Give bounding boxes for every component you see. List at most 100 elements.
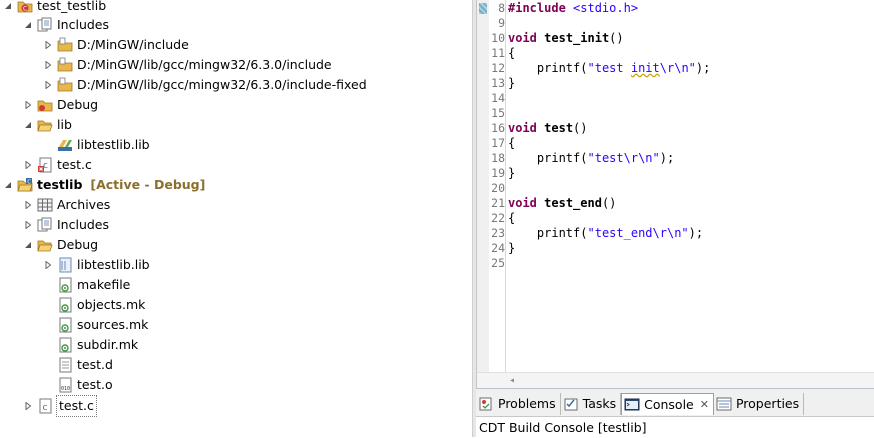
- preprocessor-token: #include: [508, 1, 566, 15]
- function-name-token: test_end: [544, 196, 602, 210]
- call-token: printf: [536, 226, 581, 240]
- string-token: "test\r\n": [587, 151, 660, 165]
- project-name: testlib: [37, 177, 83, 192]
- collapsed-arrow-icon[interactable]: [23, 195, 33, 215]
- line-number: 25: [491, 256, 505, 270]
- tree-item-project-testlib[interactable]: C testlib [Active - Debug]: [3, 175, 205, 195]
- parens-token: (): [609, 31, 624, 45]
- collapsed-arrow-icon[interactable]: [23, 155, 33, 175]
- tree-item-debug-folder[interactable]: Debug: [23, 95, 98, 115]
- tree-item-debug-file[interactable]: sources.mk: [57, 315, 148, 335]
- svg-text:C: C: [27, 179, 31, 185]
- svg-text:c: c: [43, 403, 48, 413]
- library-file-icon: [57, 137, 73, 153]
- expanded-arrow-icon[interactable]: [3, 175, 13, 195]
- tab-label: Properties: [735, 396, 800, 411]
- function-name-token: test_init: [544, 31, 610, 45]
- tree-item-includes[interactable]: Includes: [23, 215, 109, 235]
- tab-console[interactable]: Console ✕: [621, 393, 714, 415]
- keyword-token: void: [508, 31, 537, 45]
- scroll-left-arrow-icon[interactable]: ◂: [509, 373, 521, 388]
- gutter-separator: [505, 0, 506, 372]
- tree-item-debug-file[interactable]: makefile: [57, 275, 130, 295]
- collapsed-arrow-icon[interactable]: [43, 35, 53, 55]
- code-line: {: [508, 211, 516, 225]
- tree-item-include-path-1[interactable]: D:/MinGW/include: [43, 35, 189, 55]
- collapsed-arrow-icon[interactable]: [23, 396, 33, 416]
- code-line: void test_end(): [508, 196, 616, 211]
- tree-item-source-file[interactable]: c test.c: [23, 155, 92, 175]
- includes-icon: [37, 17, 53, 33]
- makefile-icon: [57, 317, 73, 333]
- line-number: 8: [498, 1, 505, 15]
- svg-text:C: C: [23, 6, 27, 13]
- string-token: \r\n": [659, 61, 696, 75]
- tree-item-debug-folder[interactable]: Debug: [23, 235, 98, 255]
- project-explorer: C test_testlib Includes D:/MinGW/include…: [0, 0, 472, 437]
- code-line: #include <stdio.h>: [508, 1, 638, 16]
- collapsed-arrow-icon[interactable]: [43, 255, 53, 275]
- tree-item-lib-folder[interactable]: lib: [23, 115, 72, 135]
- line-number: 17: [491, 136, 505, 150]
- lib-file-label: libtestlib.lib: [77, 137, 150, 152]
- archives-icon: [37, 197, 53, 213]
- collapsed-arrow-icon[interactable]: [43, 55, 53, 75]
- tree-item-debug-file[interactable]: 010 test.o: [57, 375, 113, 395]
- tree-item-include-path-3[interactable]: D:/MinGW/lib/gcc/mingw32/6.3.0/include-f…: [43, 75, 367, 95]
- makefile-icon: [57, 337, 73, 353]
- code-line: void test(): [508, 121, 588, 136]
- properties-icon: [716, 396, 732, 412]
- fold-marker-icon[interactable]: [479, 3, 487, 14]
- makefile-icon: [57, 277, 73, 293]
- makefile-icon: [57, 297, 73, 313]
- tree-item-source-file[interactable]: c test.c: [23, 395, 97, 417]
- expanded-arrow-icon[interactable]: [23, 115, 33, 135]
- tasks-icon: [563, 396, 579, 412]
- horizontal-scrollbar[interactable]: ◂: [477, 372, 874, 388]
- code-line: }: [508, 76, 516, 90]
- tree-item-debug-file[interactable]: objects.mk: [57, 295, 145, 315]
- code-line: printf("test\r\n");: [508, 151, 674, 166]
- expanded-arrow-icon[interactable]: [23, 235, 33, 255]
- parens-token: (): [601, 196, 617, 210]
- includes-label: Includes: [57, 17, 110, 32]
- tree-item-lib-file[interactable]: libtestlib.lib: [57, 135, 150, 155]
- tab-tasks[interactable]: Tasks: [560, 393, 622, 415]
- tree-item-debug-file[interactable]: subdir.mk: [57, 335, 138, 355]
- tree-item-debug-file[interactable]: libtestlib.lib: [43, 255, 150, 275]
- code-line: printf("test init\r\n");: [508, 61, 710, 76]
- string-token: "test_end\r\n": [587, 226, 689, 240]
- paren-token: (: [580, 61, 588, 75]
- bottom-panel: Problems Tasks Console ✕ Properties CDT …: [476, 388, 874, 438]
- problems-icon: [478, 396, 494, 412]
- line-number: 12: [491, 61, 505, 75]
- debug-folder-icon: [37, 97, 53, 113]
- code-line: {: [508, 136, 516, 150]
- source-file-label: test.c: [57, 157, 92, 172]
- tree-item-project-test-testlib[interactable]: C test_testlib: [3, 0, 106, 16]
- paren-token: (: [580, 151, 588, 165]
- keyword-token: void: [508, 121, 537, 135]
- includes-icon: [37, 217, 53, 233]
- tab-label: Console: [644, 396, 694, 412]
- file-label: test.d: [77, 357, 113, 372]
- expanded-arrow-icon[interactable]: [23, 15, 33, 35]
- expanded-arrow-icon[interactable]: [3, 0, 13, 16]
- close-tab-icon[interactable]: ✕: [700, 394, 709, 416]
- panel-tab-bar: Problems Tasks Console ✕ Properties: [476, 393, 805, 415]
- file-label: sources.mk: [77, 317, 149, 332]
- tree-item-debug-file[interactable]: test.d: [57, 355, 113, 375]
- code-editor[interactable]: 8 9 10 11 12 13 14 15 16 17 18 19 20 21 …: [476, 0, 874, 388]
- tree-item-include-path-2[interactable]: D:/MinGW/lib/gcc/mingw32/6.3.0/include: [43, 55, 332, 75]
- debug-label: Debug: [57, 97, 99, 112]
- collapsed-arrow-icon[interactable]: [23, 215, 33, 235]
- tree-item-archives[interactable]: Archives: [23, 195, 110, 215]
- collapsed-arrow-icon[interactable]: [43, 75, 53, 95]
- collapsed-arrow-icon[interactable]: [23, 95, 33, 115]
- header-token: <stdio.h>: [573, 1, 639, 15]
- tab-properties[interactable]: Properties: [713, 393, 805, 415]
- tree-item-includes[interactable]: Includes: [23, 15, 109, 35]
- string-token: "test: [587, 61, 631, 75]
- file-label: subdir.mk: [77, 337, 139, 352]
- tab-problems[interactable]: Problems: [476, 393, 561, 415]
